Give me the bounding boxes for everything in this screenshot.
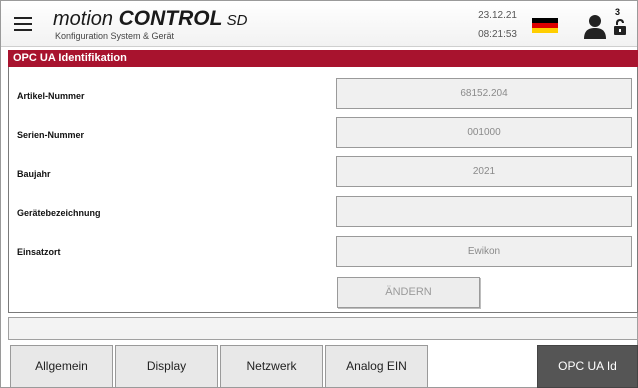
label-baujahr: Baujahr [17,169,51,179]
status-bar [8,317,638,340]
field-serien-nummer[interactable]: 001000 [336,117,632,148]
field-artikel-nummer[interactable]: 68152.204 [336,78,632,109]
brand-bold: CONTROL [118,7,223,30]
unlocked-padlock-icon[interactable] [613,18,627,36]
tab-analog-ein[interactable]: Analog EIN [325,345,428,388]
date-display: 23.12.21 [478,10,517,21]
brand-logo: motion CONTROL SD [53,8,247,32]
tab-bar: Allgemein Display Netzwerk Analog EIN OP… [8,345,638,388]
hamburger-menu-icon[interactable] [14,17,32,31]
app-subtitle: Konfiguration System & Gerät [55,31,175,41]
user-icon[interactable] [583,13,607,39]
tab-allgemein[interactable]: Allgemein [10,345,113,388]
header-bar: motion CONTROL SD Konfiguration System &… [1,1,637,47]
label-einsatzort: Einsatzort [17,247,61,257]
change-button[interactable]: ÄNDERN [337,277,480,308]
tab-display[interactable]: Display [115,345,218,388]
field-geraetebezeichnung[interactable] [336,196,632,227]
section-title-bar: OPC UA Identifikation [8,50,638,67]
label-serien-nummer: Serien-Nummer [17,130,85,140]
label-geraetebezeichnung: Gerätebezeichnung [17,208,101,218]
field-einsatzort[interactable]: Ewikon [336,236,632,267]
time-display: 08:21:53 [478,29,517,40]
user-level-badge: 3 [615,7,621,17]
brand-main: motion [53,8,119,30]
field-baujahr[interactable]: 2021 [336,156,632,187]
label-artikel-nummer: Artikel-Nummer [17,91,85,101]
brand-suffix: SD [222,12,248,29]
germany-flag-icon[interactable] [532,18,558,33]
tab-netzwerk[interactable]: Netzwerk [220,345,323,388]
tab-opc-ua-id[interactable]: OPC UA Id [537,345,638,388]
